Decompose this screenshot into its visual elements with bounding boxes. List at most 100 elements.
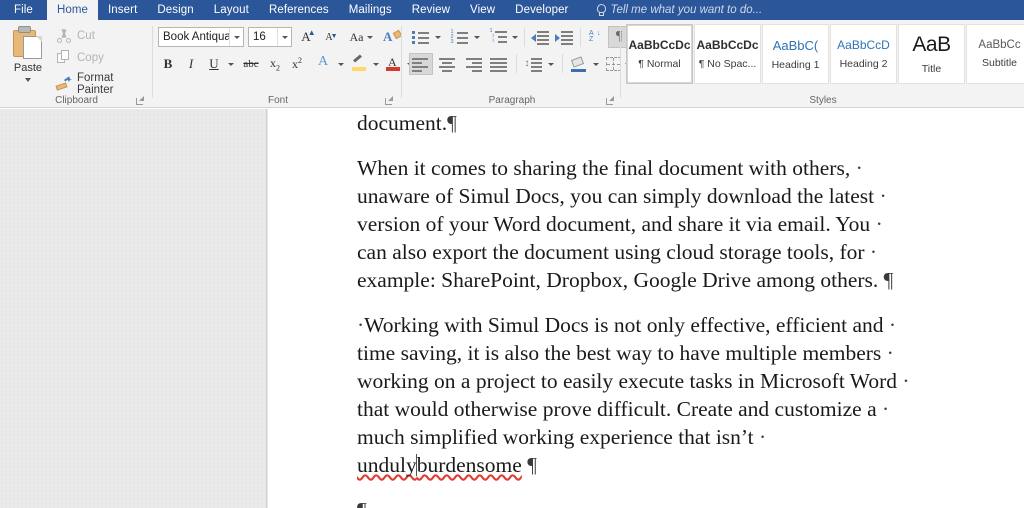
grow-font-icon: A ▲ (301, 28, 316, 44)
chevron-down-icon (474, 35, 480, 39)
subscript-button[interactable]: x2 (265, 54, 285, 74)
chevron-down-icon[interactable] (229, 28, 243, 46)
superscript-icon: x2 (292, 56, 302, 71)
style-item-no-spacing[interactable]: AaBbCcDc ¶ No Spac... (694, 24, 761, 84)
tab-insert[interactable]: Insert (98, 0, 147, 20)
tab-references[interactable]: References (259, 0, 339, 20)
document-text-body[interactable]: document.¶ When it comes to sharing the … (357, 109, 957, 508)
line-spacing-button[interactable]: ↕ (522, 53, 544, 75)
multilevel-list-button[interactable]: 1 i i (487, 27, 509, 47)
font-color-button[interactable]: A (383, 54, 403, 74)
justify-button[interactable] (487, 53, 511, 75)
underline-button[interactable]: U (204, 54, 224, 74)
align-right-button[interactable] (461, 53, 485, 75)
bold-button[interactable]: B (158, 54, 178, 74)
style-preview: AaBbC( (772, 37, 819, 53)
shrink-font-button[interactable]: A ▼ (319, 27, 339, 47)
style-name: Heading 1 (771, 58, 820, 71)
chevron-down-icon[interactable] (277, 28, 291, 46)
paragraph-working[interactable]: ·Working with Simul Docs is not only eff… (357, 311, 957, 479)
tell-me-search[interactable]: Tell me what you want to do... (595, 0, 762, 20)
tab-insert-label: Insert (108, 4, 138, 16)
line-text: much simplified working experience that … (357, 425, 754, 449)
style-preview: AaB (912, 33, 951, 56)
shading-button[interactable] (568, 53, 590, 75)
tab-layout-label: Layout (213, 4, 249, 16)
numbering-button[interactable]: 1 2 3 (448, 27, 470, 47)
style-item-title[interactable]: AaB Title (898, 24, 965, 84)
clipboard-group-label: Clipboard (55, 95, 98, 106)
font-dialog-launcher[interactable] (385, 96, 394, 105)
clear-formatting-button[interactable]: A (382, 27, 403, 47)
shrink-font-icon: A ▼ (325, 31, 338, 43)
line-text: unaware of Simul Docs, you can simply do… (357, 184, 875, 208)
bullets-button[interactable] (409, 27, 431, 47)
superscript-button[interactable]: x2 (287, 54, 307, 74)
paragraph-sharing[interactable]: When it comes to sharing the final docum… (357, 154, 957, 294)
line-spacing-dropdown[interactable] (545, 53, 557, 75)
bullets-dropdown[interactable] (432, 27, 444, 47)
multilevel-list-dropdown[interactable] (509, 27, 521, 47)
strikethrough-button[interactable]: abc (239, 54, 263, 74)
align-center-button[interactable] (435, 53, 459, 75)
highlight-color-dropdown[interactable] (370, 54, 381, 74)
format-painter-button[interactable]: ✦ Format Painter (55, 72, 153, 96)
tab-home-label: Home (56, 4, 89, 16)
clipboard-dialog-launcher[interactable] (136, 96, 145, 105)
ribbon-group-font: Book Antiqua 16 A ▲ A ▼ Aa A B I U abc x… (154, 20, 413, 108)
document-page[interactable]: document.¶ When it comes to sharing the … (268, 109, 1024, 508)
align-center-icon (438, 57, 456, 72)
paragraph-dialog-launcher[interactable] (606, 96, 615, 105)
chevron-down-icon[interactable] (25, 78, 31, 82)
tab-home[interactable]: Home (46, 0, 99, 20)
font-size-combo[interactable]: 16 (248, 27, 292, 47)
tab-file[interactable]: File (0, 0, 47, 20)
paragraph-fragment[interactable]: document.¶ (357, 109, 957, 137)
style-item-normal[interactable]: AaBbCcDc ¶ Normal (626, 24, 693, 84)
copy-button[interactable]: Copy (56, 50, 104, 66)
paste-icon (11, 26, 45, 60)
style-preview: AaBbCc (978, 39, 1021, 51)
ribbon-group-styles: AaBbCcDc ¶ Normal AaBbCcDc ¶ No Spac... … (622, 20, 1024, 108)
numbering-dropdown[interactable] (471, 27, 483, 47)
tab-developer-label: Developer (515, 4, 569, 16)
tab-layout[interactable]: Layout (204, 0, 259, 20)
change-case-button[interactable]: Aa (345, 27, 377, 47)
line-spacing-icon: ↕ (525, 57, 542, 72)
increase-indent-button[interactable] (553, 27, 575, 47)
decrease-indent-button[interactable] (529, 27, 551, 47)
align-right-icon (464, 57, 482, 72)
numbering-icon: 1 2 3 (451, 29, 468, 45)
style-item-subtitle[interactable]: AaBbCc Subtitle (966, 24, 1024, 84)
document-line-misspelled: undulyburdensome ¶ (357, 451, 957, 479)
document-line: example: SharePoint, Dropbox, Google Dri… (357, 266, 957, 294)
shading-dropdown[interactable] (590, 53, 602, 75)
italic-button[interactable]: I (181, 54, 201, 74)
align-left-button[interactable] (409, 53, 433, 75)
cut-button[interactable]: Cut (56, 28, 95, 44)
pilcrow-mark: ¶ (527, 453, 537, 477)
tab-design-label: Design (157, 4, 194, 16)
clear-formatting-icon: A (383, 29, 403, 45)
tab-view[interactable]: View (460, 0, 505, 20)
sort-button[interactable]: A Z ↓ (585, 27, 607, 47)
style-item-heading-1[interactable]: AaBbC( Heading 1 (762, 24, 829, 84)
ribbon-group-paragraph: 1 2 3 1 i i A Z ↓ ¶ ↕ Paragraph (403, 20, 631, 108)
paragraph-empty[interactable]: ¶ (357, 496, 957, 508)
chevron-down-icon[interactable] (366, 35, 373, 39)
tab-developer[interactable]: Developer (505, 0, 578, 20)
font-family-combo[interactable]: Book Antiqua (158, 27, 244, 47)
sort-az-icon: A Z ↓ (589, 30, 601, 43)
paste-button[interactable]: Paste (6, 24, 50, 92)
tab-design[interactable]: Design (147, 0, 203, 20)
tab-mailings[interactable]: Mailings (339, 0, 402, 20)
text-effects-button[interactable]: A (314, 54, 334, 74)
text-effects-dropdown[interactable] (335, 54, 346, 74)
tab-review[interactable]: Review (402, 0, 460, 20)
style-name: Subtitle (981, 57, 1018, 69)
style-item-heading-2[interactable]: AaBbCcD Heading 2 (830, 24, 897, 84)
text-highlight-color-button[interactable] (349, 54, 369, 74)
line-text: document. (357, 111, 448, 135)
grow-font-button[interactable]: A ▲ (296, 27, 316, 47)
underline-dropdown[interactable] (225, 54, 237, 74)
